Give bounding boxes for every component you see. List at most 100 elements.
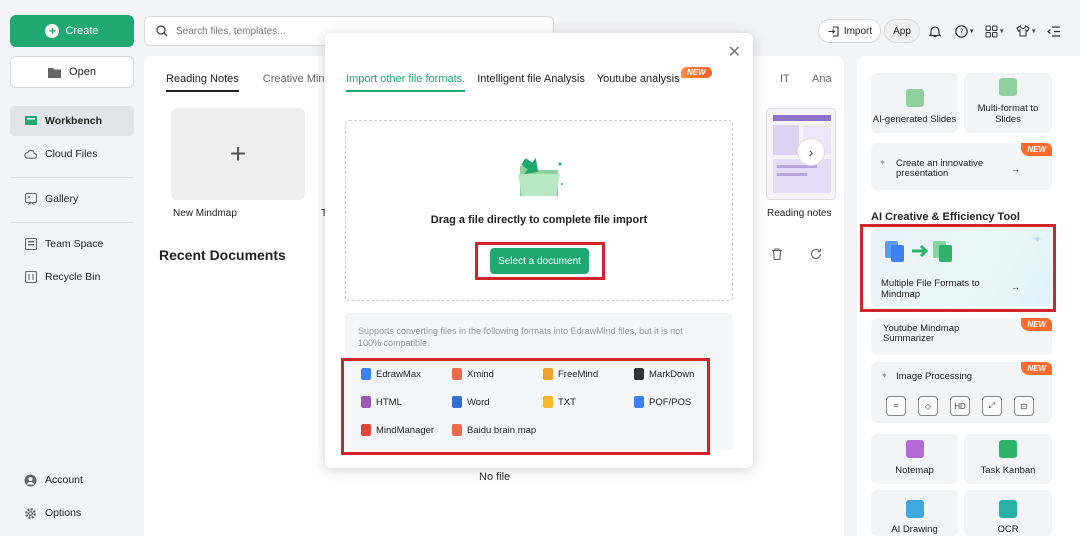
mindmanager-icon bbox=[361, 424, 371, 436]
arrow-right-icon: → bbox=[1011, 164, 1020, 174]
tile-label: AI Drawing bbox=[891, 524, 938, 535]
sidebar-item-gallery[interactable]: Gallery bbox=[10, 184, 134, 214]
sparkle-icon: ✦ bbox=[1032, 234, 1042, 246]
import-dialog: ✕ Import other file formats. Intelligent… bbox=[325, 33, 753, 468]
plus-icon: + bbox=[45, 24, 60, 38]
sidebar-item-team-space[interactable]: Team Space bbox=[10, 229, 134, 259]
sidebar-item-label: Team Space bbox=[45, 238, 104, 250]
apps-grid-icon[interactable]: ▾ bbox=[985, 22, 1004, 40]
plus-icon: + bbox=[229, 138, 247, 169]
multi-format-slides-tile[interactable]: Multi-format to Slides bbox=[964, 73, 1052, 133]
ai-drawing-tile[interactable]: AI Drawing bbox=[871, 490, 958, 536]
carousel-next-button[interactable]: › bbox=[797, 138, 825, 166]
format-item: MarkDown bbox=[634, 368, 694, 380]
markdown-icon bbox=[634, 368, 644, 380]
cloud-icon bbox=[24, 148, 37, 161]
tab-intelligent-file-analysis[interactable]: Intelligent file Analysis bbox=[477, 73, 585, 92]
tile-label: OCR bbox=[997, 524, 1019, 535]
account-icon bbox=[24, 474, 37, 487]
ai-drawing-icon bbox=[905, 500, 924, 518]
sidebar-item-label: Options bbox=[45, 507, 82, 519]
recent-documents-title: Recent Documents bbox=[159, 247, 286, 263]
dialog-tabs: Import other file formats. Intelligent f… bbox=[346, 73, 680, 92]
formats-note: Supports converting files in the followi… bbox=[358, 326, 683, 349]
xmind-icon bbox=[452, 368, 462, 380]
new-mindmap-card[interactable]: + bbox=[171, 108, 305, 200]
format-item: MindManager bbox=[361, 424, 434, 436]
select-document-button[interactable]: Select a document bbox=[490, 248, 589, 274]
format-label: EdrawMax bbox=[376, 368, 421, 380]
bell-icon[interactable] bbox=[929, 22, 941, 40]
sidebar-item-account[interactable]: Account bbox=[10, 465, 134, 495]
arrow-right-icon: → bbox=[1011, 282, 1020, 292]
collapse-panel-icon[interactable] bbox=[1047, 22, 1061, 40]
tile-label: Multi-format to Slides bbox=[977, 103, 1039, 126]
divider bbox=[10, 177, 134, 178]
slides-icon bbox=[905, 89, 924, 108]
tile-label: Create an innovative presentation bbox=[896, 158, 984, 180]
hd-icon[interactable]: HD bbox=[950, 396, 970, 416]
close-icon[interactable]: ✕ bbox=[728, 42, 741, 62]
trash-icon[interactable] bbox=[771, 248, 783, 263]
crop-icon[interactable]: ⌗ bbox=[886, 396, 906, 416]
tab-youtube-analysis[interactable]: Youtube analysis bbox=[597, 73, 680, 92]
tab-analysis[interactable]: Ana bbox=[812, 73, 832, 85]
shirt-icon[interactable]: ▾ bbox=[1016, 22, 1036, 40]
tab-import-other-formats[interactable]: Import other file formats. bbox=[346, 73, 466, 92]
ocr-icon bbox=[999, 500, 1017, 518]
task-kanban-tile[interactable]: Task Kanban bbox=[964, 434, 1052, 484]
chevron-down-icon: ▾ bbox=[1000, 28, 1004, 35]
workbench-icon bbox=[24, 115, 37, 128]
format-label: HTML bbox=[376, 396, 402, 408]
tile-label: Image Processing bbox=[896, 371, 973, 382]
format-label: MindManager bbox=[376, 424, 435, 436]
sidebar-item-recycle-bin[interactable]: Recycle Bin bbox=[10, 262, 134, 292]
sidebar-item-cloud-files[interactable]: Cloud Files bbox=[10, 139, 134, 169]
file-drop-zone[interactable]: Drag a file directly to complete file im… bbox=[345, 120, 733, 301]
refresh-icon[interactable] bbox=[810, 248, 822, 263]
pof-pos-icon bbox=[634, 396, 644, 408]
youtube-summarizer-tile[interactable]: NEW Youtube Mindmap Summarizer bbox=[871, 318, 1052, 355]
tile-label: Notemap bbox=[895, 465, 934, 477]
sidebar-item-label: Workbench bbox=[45, 115, 102, 127]
eraser-icon[interactable]: ◇ bbox=[918, 396, 938, 416]
right-panel: AI-generated Slides Multi-format to Slid… bbox=[857, 56, 1080, 536]
tab-reading-notes[interactable]: Reading Notes bbox=[166, 73, 239, 92]
sidebar-item-workbench[interactable]: Workbench bbox=[10, 106, 134, 136]
gallery-icon bbox=[24, 193, 37, 206]
background-icon[interactable]: ⊡ bbox=[1014, 396, 1034, 416]
tab-it[interactable]: IT bbox=[780, 73, 790, 85]
tab-creative-mind[interactable]: Creative Mind bbox=[263, 73, 331, 92]
import-button[interactable]: Import bbox=[818, 19, 881, 43]
sidebar-item-label: Cloud Files bbox=[45, 148, 98, 160]
format-convert-icon bbox=[885, 241, 952, 262]
baidu-brain-map-icon bbox=[452, 424, 462, 436]
innovative-presentation-tile[interactable]: NEW ✦ Create an innovative presentation … bbox=[871, 143, 1052, 190]
open-button[interactable]: Open bbox=[10, 56, 134, 88]
select-document-label: Select a document bbox=[498, 255, 581, 267]
create-label: Create bbox=[65, 25, 99, 37]
ai-slides-tile[interactable]: AI-generated Slides bbox=[871, 73, 958, 133]
new-badge: NEW bbox=[681, 67, 712, 78]
app-button[interactable]: App bbox=[884, 19, 920, 43]
sidebar-item-options[interactable]: Options bbox=[10, 498, 134, 528]
format-item: FreeMind bbox=[543, 368, 598, 380]
format-label: Word bbox=[467, 396, 490, 408]
sparkle-icon: ✦ bbox=[881, 371, 888, 380]
multiple-formats-to-mindmap-tile[interactable]: ✦ Multiple File Formats to Mindmap → bbox=[871, 228, 1052, 306]
create-button[interactable]: + Create bbox=[10, 15, 134, 47]
format-item: Xmind bbox=[452, 368, 494, 380]
image-processing-tile[interactable]: NEW ✦ Image Processing ⌗ ◇ HD ⤢ ⊡ bbox=[871, 362, 1052, 423]
divider bbox=[10, 222, 134, 223]
open-label: Open bbox=[69, 66, 96, 78]
tile-label: AI-generated Slides bbox=[872, 114, 957, 126]
format-label: TXT bbox=[558, 396, 576, 408]
expand-icon[interactable]: ⤢ bbox=[982, 396, 1002, 416]
sparkle-icon: ✦ bbox=[879, 158, 886, 167]
chevron-down-icon: ▾ bbox=[1032, 28, 1036, 35]
format-label: FreeMind bbox=[558, 368, 599, 380]
ocr-tile[interactable]: OCR bbox=[964, 490, 1052, 536]
help-icon[interactable]: ? ▾ bbox=[955, 22, 974, 40]
team-icon bbox=[24, 238, 37, 251]
notemap-tile[interactable]: Notemap bbox=[871, 434, 958, 484]
